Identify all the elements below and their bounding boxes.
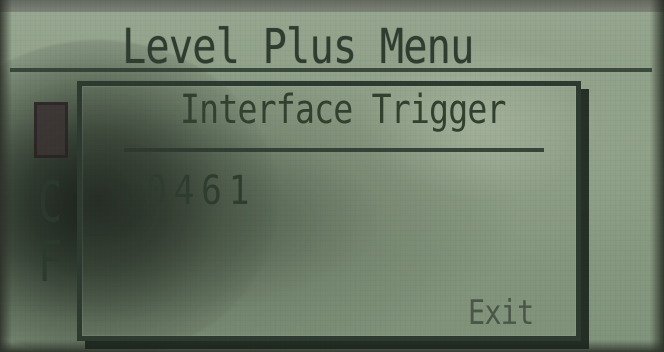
exit-button[interactable]: Exit [468,291,544,335]
menu-item-c[interactable]: C [38,174,62,232]
dialog-divider [124,148,544,152]
menu-item-f[interactable]: F [38,234,62,292]
interface-trigger-value[interactable]: 0461 [146,169,318,213]
left-bezel [0,0,12,352]
selected-menu-item-marker [34,102,68,158]
right-bezel [650,0,664,352]
menu-title-underline [10,68,652,72]
bottom-bezel [0,340,664,352]
dialog-title: Interface Trigger [180,87,507,133]
interface-trigger-dialog: Interface Trigger 0461 Exit [77,81,581,341]
lcd-screen: Level Plus Menu C F Interface Trigger 04… [0,0,664,352]
top-bezel [0,0,664,12]
